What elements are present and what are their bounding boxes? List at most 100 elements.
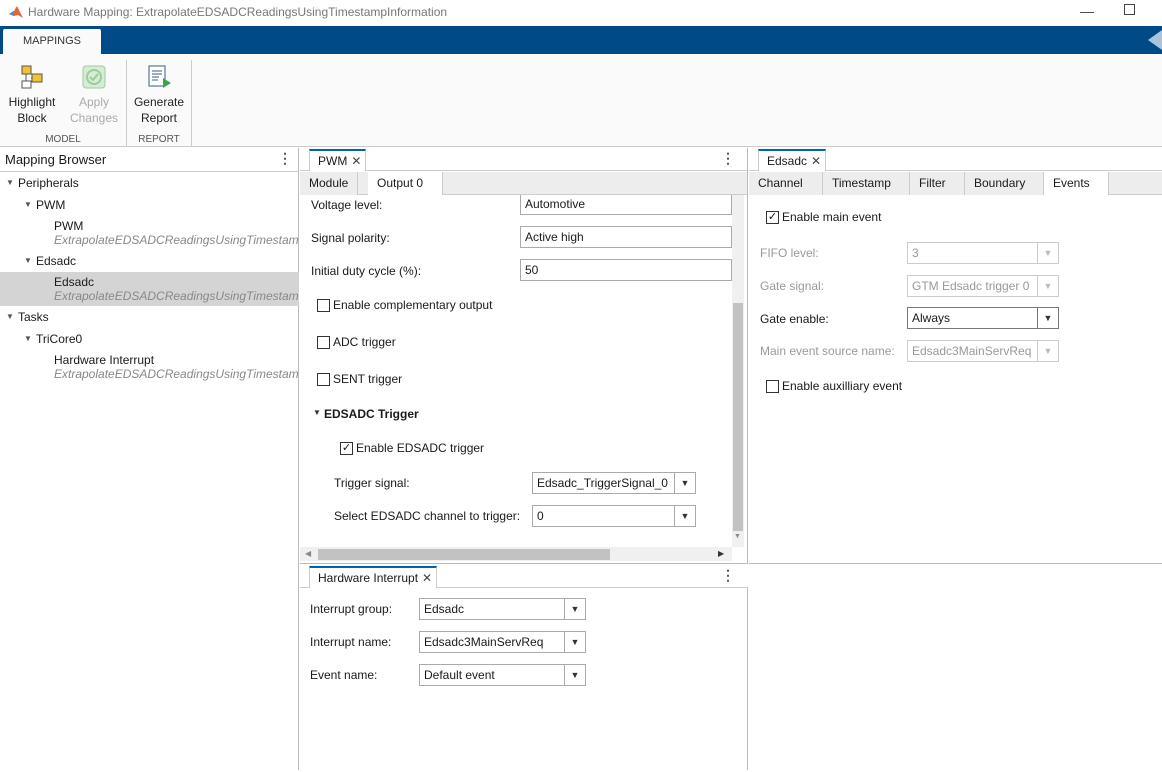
tab-filter[interactable]: Filter (910, 172, 965, 195)
tab-hardware-interrupt[interactable]: Hardware Interrupt ✕ (309, 566, 438, 588)
matlab-logo-icon (9, 6, 23, 18)
tree-item-label: PWM (54, 219, 84, 233)
minimize-icon[interactable]: — (1080, 3, 1094, 19)
tree-node-tricore0[interactable]: TriCore0 (36, 332, 82, 346)
tab-pwm-label: PWM (318, 154, 348, 168)
horizontal-scrollbar[interactable]: ◀ ▶ (300, 547, 732, 561)
gate-enable-dropdown[interactable]: Always ▼ (907, 307, 1059, 329)
event-name-label: Event name: (310, 668, 378, 682)
initial-duty-input[interactable]: 50 (520, 259, 732, 281)
enable-aux-event-checkbox[interactable] (766, 380, 779, 393)
main-event-source-value: Edsadc3MainServReq (912, 344, 1032, 358)
gate-signal-value: GTM Edsadc trigger 0 (912, 279, 1030, 293)
enable-edsadc-trigger-checkbox[interactable]: ✓ (340, 442, 353, 455)
sent-trigger-checkbox[interactable] (317, 373, 330, 386)
apply-changes-label-1: Apply (78, 95, 110, 109)
horizontal-scrollbar-thumb[interactable] (318, 549, 610, 560)
vertical-scrollbar[interactable]: ▼ (732, 195, 744, 547)
ribbon-separator (126, 60, 127, 146)
enable-complementary-label: Enable complementary output (333, 298, 493, 312)
adc-trigger-label: ADC trigger (333, 335, 396, 349)
tab-pwm[interactable]: PWM ✕ (309, 149, 367, 171)
expand-tricore-icon[interactable]: ▼ (24, 334, 32, 343)
highlight-block-icon (21, 65, 43, 89)
highlight-block-button[interactable]: Highlight Block (4, 64, 60, 126)
generate-report-button[interactable]: Generate Report (130, 64, 188, 126)
tab-hardware-interrupt-label: Hardware Interrupt (318, 571, 419, 585)
chevron-down-icon: ▼ (1037, 276, 1058, 296)
tab-output-0[interactable]: Output 0 (368, 172, 443, 195)
pwm-subtabs: Module Output 0 (300, 172, 747, 195)
edsadc-subtabs: Channel Timestamp Filter Boundary Events (749, 172, 1162, 195)
interrupt-name-dropdown[interactable]: Edsadc3MainServReq ▼ (419, 631, 586, 653)
chevron-down-icon: ▼ (1037, 243, 1058, 263)
tab-module[interactable]: Module (300, 172, 359, 195)
scroll-left-icon[interactable]: ◀ (305, 549, 311, 558)
group-label-model: MODEL (45, 134, 81, 145)
trigger-signal-label: Trigger signal: (334, 476, 410, 490)
collapse-arrow-icon[interactable] (1148, 30, 1162, 50)
tree-item-pwm[interactable]: PWM ExtrapolateEDSADCReadingsUsingTimest… (0, 216, 299, 252)
main-event-source-label: Main event source name: (760, 344, 895, 358)
close-icon[interactable]: ✕ (422, 571, 432, 585)
close-icon[interactable]: ✕ (351, 154, 361, 168)
highlight-block-label-1: Highlight (8, 95, 56, 109)
vertical-scrollbar-thumb[interactable] (733, 303, 743, 531)
scroll-down-icon[interactable]: ▼ (734, 533, 741, 540)
browser-tree: ▼ Peripherals ▼ PWM PWM ExtrapolateEDSAD… (0, 172, 299, 772)
tree-node-pwm[interactable]: PWM (36, 198, 65, 212)
trigger-signal-dropdown[interactable]: Edsadc_TriggerSignal_0 ▼ (532, 472, 696, 494)
event-name-dropdown[interactable]: Default event ▼ (419, 664, 586, 686)
initial-duty-label: Initial duty cycle (%): (311, 264, 422, 278)
gate-enable-value: Always (912, 311, 951, 325)
tab-edsadc[interactable]: Edsadc ✕ (758, 149, 827, 171)
main-event-source-dropdown[interactable]: Edsadc3MainServReq ▼ (907, 340, 1059, 362)
chevron-down-icon: ▼ (674, 506, 695, 526)
enable-main-event-label: Enable main event (782, 210, 882, 224)
tab-channel[interactable]: Channel (749, 172, 823, 195)
chevron-down-icon: ▼ (564, 599, 585, 619)
scroll-right-icon[interactable]: ▶ (718, 549, 724, 558)
enable-complementary-checkbox[interactable] (317, 299, 330, 312)
tree-node-tasks[interactable]: Tasks (18, 310, 49, 324)
interrupt-group-value: Edsadc (424, 602, 465, 616)
tab-events[interactable]: Events (1044, 172, 1109, 195)
sent-trigger-label: SENT trigger (333, 372, 403, 386)
tree-item-edsadc-selected[interactable]: Edsadc ExtrapolateEDSADCReadingsUsingTim… (0, 272, 299, 306)
expand-peripherals-icon[interactable]: ▼ (6, 178, 14, 187)
interrupt-name-label: Interrupt name: (310, 635, 392, 649)
voltage-level-field[interactable]: Automotive (520, 195, 732, 215)
tree-item-sublabel: ExtrapolateEDSADCReadingsUsingTimestam (54, 233, 299, 247)
chevron-down-icon: ▼ (1037, 341, 1058, 361)
expand-pwm-icon[interactable]: ▼ (24, 200, 32, 209)
fifo-level-dropdown[interactable]: 3 ▼ (907, 242, 1059, 264)
tab-boundary[interactable]: Boundary (965, 172, 1044, 195)
select-channel-dropdown[interactable]: 0 ▼ (532, 505, 696, 527)
adc-trigger-checkbox[interactable] (317, 336, 330, 349)
expand-edsadc-icon[interactable]: ▼ (24, 256, 32, 265)
browser-menu-icon[interactable]: ⋮ (278, 150, 292, 167)
tree-node-peripherals[interactable]: Peripherals (18, 176, 79, 190)
interrupt-group-dropdown[interactable]: Edsadc ▼ (419, 598, 586, 620)
tree-item-sublabel: ExtrapolateEDSADCReadingsUsingTimestam (54, 289, 299, 303)
tree-node-edsadc[interactable]: Edsadc (36, 254, 76, 268)
hwi-menu-icon[interactable]: ⋮ (721, 567, 735, 584)
maximize-icon[interactable] (1124, 4, 1135, 15)
apply-changes-button[interactable]: Apply Changes (66, 64, 122, 126)
edsadc-trigger-section-title: EDSADC Trigger (324, 407, 419, 421)
pwm-menu-icon[interactable]: ⋮ (721, 150, 735, 167)
highlight-block-label-2: Block (17, 111, 47, 125)
tree-item-sublabel: ExtrapolateEDSADCReadingsUsingTimestam (54, 367, 299, 381)
edsadc-panel: Edsadc ✕ Channel Timestamp Filter Boundar… (749, 148, 1162, 564)
expand-tasks-icon[interactable]: ▼ (6, 312, 14, 321)
gate-signal-dropdown[interactable]: GTM Edsadc trigger 0 ▼ (907, 275, 1059, 297)
tab-mappings[interactable]: MAPPINGS (3, 29, 101, 54)
close-icon[interactable]: ✕ (811, 154, 821, 168)
tree-item-hardware-interrupt[interactable]: Hardware Interrupt ExtrapolateEDSADCRead… (0, 348, 299, 384)
gate-enable-label: Gate enable: (760, 312, 829, 326)
enable-main-event-checkbox[interactable]: ✓ (766, 211, 779, 224)
section-collapse-icon[interactable]: ▼ (313, 408, 321, 417)
signal-polarity-field[interactable]: Active high (520, 226, 732, 248)
tab-timestamp[interactable]: Timestamp (823, 172, 910, 195)
chevron-down-icon: ▼ (564, 632, 585, 652)
